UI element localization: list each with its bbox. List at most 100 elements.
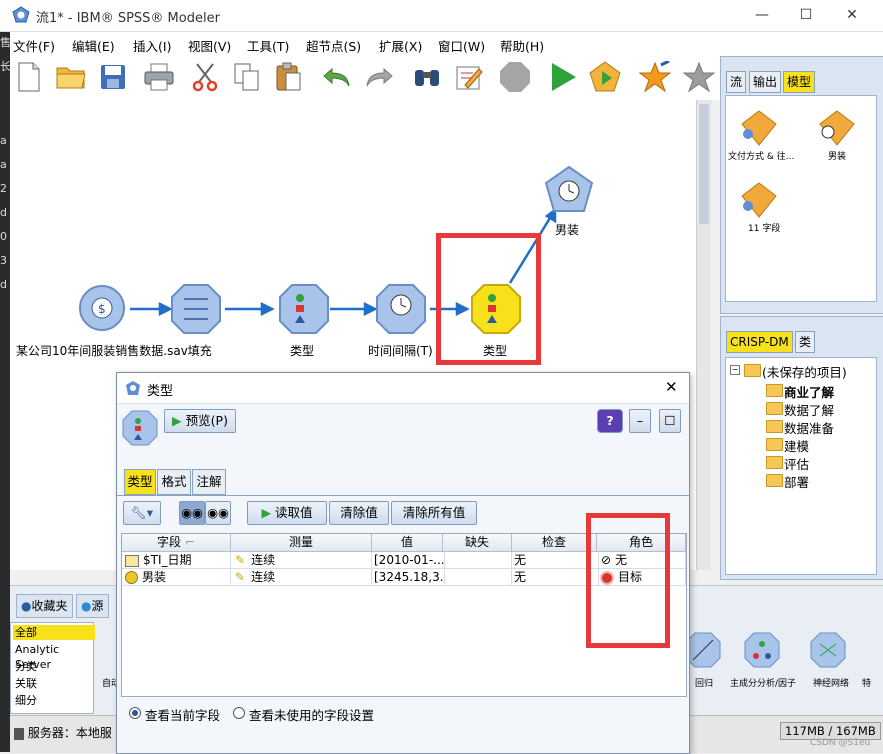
clear-all-values-button[interactable]: 清除所有值 xyxy=(391,501,477,525)
tree-item-evaluation[interactable]: 评估 xyxy=(784,454,809,473)
menu-view[interactable]: 视图(V) xyxy=(188,36,231,55)
undo-icon[interactable] xyxy=(320,60,354,94)
print-icon[interactable] xyxy=(142,60,176,94)
palette-node-label: 回归 xyxy=(695,679,714,689)
open-icon[interactable] xyxy=(54,60,88,94)
menu-tools[interactable]: 工具(T) xyxy=(247,36,289,55)
category-segmentation[interactable]: 细分 xyxy=(13,693,95,708)
radio-current-fields[interactable] xyxy=(129,707,141,719)
dialog-maximize-button[interactable]: ☐ xyxy=(659,409,681,433)
column-header-check[interactable]: 检查 xyxy=(512,534,597,552)
favorite-icon[interactable] xyxy=(638,60,672,94)
radio-current-fields-label: 查看当前字段 xyxy=(145,708,221,723)
model-diamond-icon[interactable] xyxy=(818,110,856,146)
table-row-measure[interactable]: ✎ 连续 xyxy=(231,552,372,569)
folder-icon xyxy=(766,402,783,415)
model-diamond-icon[interactable] xyxy=(740,110,778,146)
category-association[interactable]: 关联 xyxy=(13,676,95,691)
tree-item-modeling[interactable]: 建模 xyxy=(784,436,809,455)
table-row-values[interactable]: [3245.18,3... xyxy=(372,569,445,586)
table-row-measure[interactable]: ✎ 连续 xyxy=(231,569,372,586)
scrollbar-thumb[interactable] xyxy=(699,104,709,224)
redo-icon[interactable] xyxy=(362,60,396,94)
server-icon xyxy=(14,727,24,740)
paste-icon[interactable] xyxy=(272,60,306,94)
read-values-button[interactable]: ▶ 读取值 xyxy=(247,501,327,525)
model-diamond-icon[interactable] xyxy=(740,182,778,218)
run-selection-icon[interactable] xyxy=(588,60,622,94)
menu-help[interactable]: 帮助(H) xyxy=(500,36,544,55)
view-mode-button-2[interactable]: ◉◉ xyxy=(205,501,231,525)
tab-models[interactable]: 模型 xyxy=(783,71,816,93)
table-row-field[interactable]: $TI_日期 xyxy=(122,552,231,569)
clear-values-button[interactable]: 清除值 xyxy=(329,501,389,525)
tree-collapse-icon[interactable]: − xyxy=(730,365,740,375)
maximize-button[interactable]: ☐ xyxy=(786,4,826,26)
table-row-values[interactable]: [2010-01-... xyxy=(372,552,445,569)
tab-class[interactable]: 类 xyxy=(795,331,816,353)
menu-file[interactable]: 文件(F) xyxy=(13,36,55,55)
category-classification[interactable]: 分类 xyxy=(13,659,95,674)
stop-icon[interactable] xyxy=(498,60,532,94)
filler-node-icon[interactable] xyxy=(170,283,222,335)
close-button[interactable]: ✕ xyxy=(832,4,872,26)
column-header-missing[interactable]: 缺失 xyxy=(443,534,512,552)
help-button[interactable]: ? xyxy=(597,409,623,433)
star-icon[interactable] xyxy=(682,60,716,94)
time-interval-node-icon[interactable] xyxy=(375,283,427,335)
tree-item-deployment[interactable]: 部署 xyxy=(784,472,809,491)
menu-window[interactable]: 窗口(W) xyxy=(438,36,485,55)
save-icon[interactable] xyxy=(96,60,130,94)
column-header-measure[interactable]: 测量 xyxy=(231,534,372,552)
category-all[interactable]: 全部 xyxy=(13,625,95,640)
preview-button[interactable]: ▶ 预览(P) xyxy=(164,409,236,433)
tab-annotations[interactable]: 注解 xyxy=(192,469,226,495)
new-icon[interactable] xyxy=(12,60,46,94)
menu-extensions[interactable]: 扩展(X) xyxy=(379,36,422,55)
cut-icon[interactable] xyxy=(188,60,222,94)
menu-supernode[interactable]: 超节点(S) xyxy=(306,36,361,55)
source-node-label: 某公司10年间服装销售数据.sav填充 xyxy=(16,344,212,358)
view-mode-button-1[interactable]: ◉◉ xyxy=(179,501,205,525)
canvas-scrollbar[interactable] xyxy=(696,100,711,570)
tab-streams[interactable]: 流 xyxy=(726,71,747,93)
table-row-field[interactable]: 男装 xyxy=(122,569,231,586)
find-binoculars-icon[interactable] xyxy=(410,60,444,94)
model-label: 11 字段 xyxy=(748,224,781,234)
tab-sources[interactable]: ●源 xyxy=(76,594,109,618)
minimize-button[interactable]: — xyxy=(742,4,782,26)
tab-types[interactable]: 类型 xyxy=(124,469,156,495)
watermark: CSDN @S1eu xyxy=(810,738,871,748)
table-row-missing[interactable] xyxy=(443,569,512,586)
dialog-minimize-button[interactable]: – xyxy=(629,409,651,433)
menu-edit[interactable]: 编辑(E) xyxy=(72,36,115,55)
type-node-icon[interactable] xyxy=(278,283,330,335)
source-node-icon[interactable]: $ xyxy=(77,283,127,333)
tree-item-data-prep[interactable]: 数据准备 xyxy=(784,418,834,437)
tree-item-data-understanding[interactable]: 数据了解 xyxy=(784,400,834,419)
dialog-close-button[interactable]: ✕ xyxy=(665,378,678,396)
copy-icon[interactable] xyxy=(230,60,264,94)
column-header-values[interactable]: 值 xyxy=(372,534,443,552)
neural-net-node-icon[interactable] xyxy=(810,632,846,668)
category-analytic-server[interactable]: Analytic Server xyxy=(13,642,95,671)
regression-node-icon[interactable] xyxy=(685,632,721,668)
project-root[interactable]: (未保存的项目) xyxy=(762,362,847,381)
tab-crisp-dm[interactable]: CRISP-DM xyxy=(726,331,793,353)
tab-outputs[interactable]: 输出 xyxy=(749,71,782,93)
annotation-edit-icon[interactable] xyxy=(452,60,486,94)
spss-app-icon xyxy=(12,6,30,23)
menu-insert[interactable]: 插入(I) xyxy=(133,36,171,55)
column-header-field[interactable]: 字段 ⌐ xyxy=(122,534,231,552)
field-name: 男装 xyxy=(142,570,167,584)
tools-dropdown-button[interactable]: 🔧︎▾ xyxy=(123,501,161,525)
table-row-missing[interactable] xyxy=(443,552,512,569)
model-nugget-icon[interactable] xyxy=(544,165,594,215)
tree-item-business[interactable]: 商业了解 xyxy=(784,382,834,401)
run-icon[interactable] xyxy=(546,60,580,94)
server-status: 服务器：本地服 xyxy=(14,724,112,741)
tab-format[interactable]: 格式 xyxy=(157,469,191,495)
pca-node-icon[interactable] xyxy=(744,632,780,668)
radio-unused-fields[interactable] xyxy=(233,707,245,719)
tab-favorites[interactable]: ●收藏夹 xyxy=(16,594,73,618)
